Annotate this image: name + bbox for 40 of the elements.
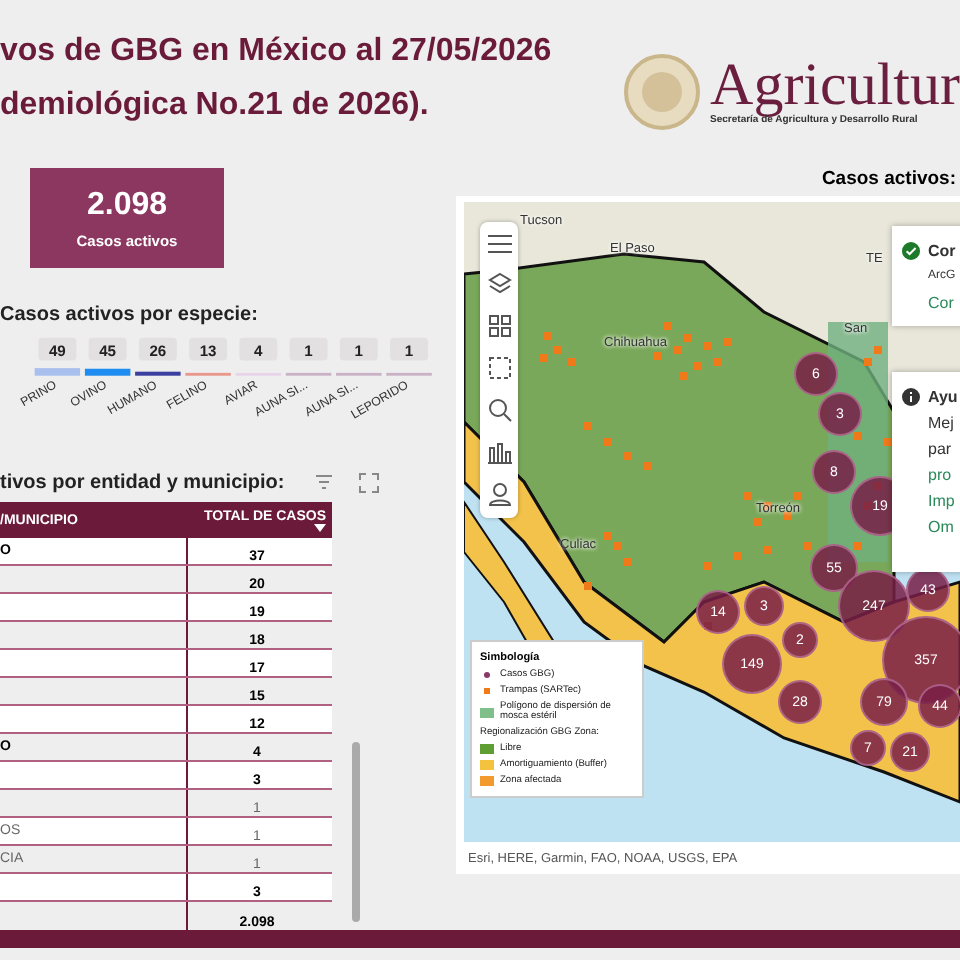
- search-icon[interactable]: [487, 398, 511, 422]
- data-label: 13: [199, 342, 217, 361]
- chart-title: Casos activos por especie:: [0, 304, 260, 327]
- link[interactable]: Om: [928, 518, 958, 536]
- report-title: demiológica No.21 de 2026).: [0, 86, 431, 126]
- kpi-value: 2.098: [86, 187, 168, 224]
- map-title: Casos activos:: [821, 168, 958, 190]
- data-label: 1: [304, 342, 313, 361]
- bar: [135, 372, 181, 377]
- bar-chart-icon[interactable]: [487, 440, 511, 464]
- data-label: 1: [354, 342, 363, 361]
- link[interactable]: Imp: [928, 492, 958, 510]
- data-label: 1: [404, 342, 414, 361]
- select-icon[interactable]: [487, 356, 511, 380]
- data-label: 4: [254, 342, 263, 361]
- info-icon: [902, 388, 920, 406]
- table-title: tivos por entidad y municipio:: [0, 472, 285, 494]
- filter-icon[interactable]: [314, 472, 334, 492]
- report-title: vos de GBG en México al 27/05/2026: [0, 32, 552, 72]
- notification-text: Mej: [928, 414, 956, 432]
- grid-icon[interactable]: [487, 314, 511, 338]
- bar: [84, 369, 131, 377]
- expand-icon[interactable]: [358, 472, 380, 494]
- notification-text: Ayu: [928, 388, 958, 406]
- data-label: 26: [149, 342, 167, 361]
- notification-text: par: [928, 440, 954, 458]
- notification-text: Cor: [928, 242, 956, 260]
- data-label: 45: [99, 342, 117, 361]
- bar: [34, 368, 81, 377]
- person-icon[interactable]: [487, 482, 511, 506]
- scrollbar[interactable]: [352, 742, 360, 922]
- link[interactable]: pro: [928, 466, 958, 484]
- logo-wordmark: Agricultur: [710, 58, 960, 114]
- check-icon: [902, 242, 920, 260]
- link[interactable]: Cor: [928, 294, 956, 312]
- layers-icon[interactable]: [487, 272, 511, 296]
- sort-arrow-icon: [314, 523, 326, 531]
- data-label: 49: [48, 342, 66, 361]
- emblem-icon: [622, 52, 703, 132]
- menu-icon[interactable]: [487, 234, 511, 254]
